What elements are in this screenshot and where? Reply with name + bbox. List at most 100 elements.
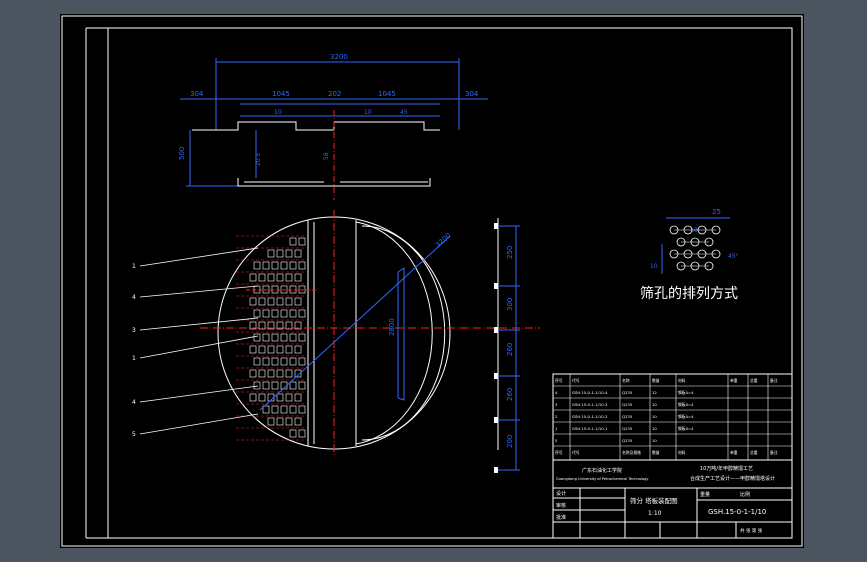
bom-cell: Q235 xyxy=(622,390,633,395)
dim-right-end: 304 xyxy=(465,90,479,98)
bom-cell: 单重 xyxy=(730,450,738,455)
sieve-cell xyxy=(271,309,279,318)
sieve-cell xyxy=(249,369,257,378)
bom-cell: 1 xyxy=(555,426,558,431)
bom-cell: 材料 xyxy=(678,378,686,383)
sieve-cell xyxy=(262,381,270,390)
bom-cell: 5 xyxy=(555,438,558,443)
dim-overall: 3200 xyxy=(330,53,348,61)
sieve-cell xyxy=(298,237,306,246)
sheet-info: 共 张 第 张 xyxy=(740,527,763,534)
role-approve: 批准 xyxy=(556,514,566,521)
dim-small-a: 10 xyxy=(274,109,282,116)
tray-plan-view: 3200 2800 250 300 260 260 200 1 4 3 1 4 5 xyxy=(132,210,540,473)
stack-dim-label: 260 xyxy=(506,388,514,401)
sieve-cell xyxy=(276,249,284,258)
bom-cell: 材料 xyxy=(678,450,686,455)
sieve-cell xyxy=(298,261,306,270)
sieve-cell xyxy=(285,297,293,306)
bom-cell: GSH.15-0-1-1/10-3 xyxy=(572,402,608,407)
dim-row: 10 xyxy=(650,263,658,270)
sieve-cell xyxy=(249,393,257,402)
sieve-cell xyxy=(298,309,306,318)
sieve-cell xyxy=(253,357,261,366)
sieve-cell xyxy=(262,309,270,318)
sieve-cell xyxy=(258,393,266,402)
drawing-scale: 1:10 xyxy=(648,510,662,517)
sieve-cell xyxy=(276,393,284,402)
bom-cell: 10 xyxy=(652,414,657,419)
bom-cell: 代号 xyxy=(572,378,580,383)
sieve-cell xyxy=(276,369,284,378)
title-block: 广东石油化工学院 Guangdong University of Petroch… xyxy=(552,459,793,539)
sieve-cell xyxy=(294,417,302,426)
callout-number: 4 xyxy=(132,399,136,406)
dim-center: 202 xyxy=(328,90,341,98)
sieve-cell xyxy=(298,405,306,414)
sieve-cell xyxy=(253,333,261,342)
bom-cell: Q235 xyxy=(622,414,633,419)
project-title: 10万吨/年甲醇精馏工艺 xyxy=(700,465,753,472)
callout-number: 5 xyxy=(132,431,136,438)
bom-cell: 序号 xyxy=(555,450,563,455)
sieve-cell xyxy=(276,345,284,354)
bom-cell: GSH.15-0-1-1/10-2 xyxy=(572,414,608,419)
callout-number: 4 xyxy=(132,294,136,301)
sieve-cell xyxy=(249,273,257,282)
bom-cell: 名称 xyxy=(622,378,630,383)
sieve-cell xyxy=(289,237,297,246)
sieve-cell xyxy=(280,309,288,318)
sieve-cell xyxy=(276,273,284,282)
stack-dim-label: 260 xyxy=(506,343,514,356)
sieve-cell xyxy=(294,297,302,306)
bom-cell: 代号 xyxy=(572,450,580,455)
bom-cell: 备注 xyxy=(770,378,778,383)
role-check: 审核 xyxy=(556,502,566,509)
weight-label: 重量 xyxy=(700,491,710,498)
sieve-cell xyxy=(253,309,261,318)
sieve-cell xyxy=(280,333,288,342)
sieve-cell xyxy=(258,345,266,354)
dim-inner: 2800 xyxy=(388,318,396,336)
bill-of-materials: 序号 代号 名称 数量 材料 单重 总重 备注4 GSH.15-0-1-1/10-4 Q235 12… xyxy=(552,373,793,461)
bom-cell: 总重 xyxy=(750,450,758,455)
dim-diameter: 3200 xyxy=(434,232,453,250)
sieve-cell xyxy=(276,417,284,426)
dim-right-span: 1045 xyxy=(378,90,396,98)
sieve-cell xyxy=(267,345,275,354)
sieve-cell xyxy=(280,405,288,414)
dim-small-b: 10 xyxy=(364,109,372,116)
sieve-cell xyxy=(298,381,306,390)
sieve-cell xyxy=(280,357,288,366)
bom-cell: 12 xyxy=(652,390,657,395)
sieve-cell xyxy=(285,249,293,258)
bom-cell: GSH.15-0-1-1/10-1 xyxy=(572,426,608,431)
top-section-view: 3200 304 1045 202 1045 304 10 10 45 500 … xyxy=(178,53,488,200)
callout-number: 1 xyxy=(132,263,136,270)
sieve-cell xyxy=(285,393,293,402)
stack-dim-label: 300 xyxy=(506,298,514,311)
sieve-cell xyxy=(271,261,279,270)
sieve-cell xyxy=(294,345,302,354)
cad-drawing: 3200 304 1045 202 1045 304 10 10 45 500 … xyxy=(61,15,803,547)
stack-dim-label: 200 xyxy=(506,435,514,448)
bom-cell: 钢板δ=4 xyxy=(678,390,694,395)
bom-cell: GSH.15-0-1-1/10-4 xyxy=(572,390,608,395)
drawing-number: GSH.15-0-1-1/10 xyxy=(708,508,766,516)
bom-cell: 总重 xyxy=(750,378,758,383)
sieve-cell xyxy=(249,345,257,354)
sieve-cell xyxy=(289,261,297,270)
sieve-cell xyxy=(280,261,288,270)
dim-angle: 45° xyxy=(728,253,739,260)
sieve-cell xyxy=(253,261,261,270)
bom-cell: 单重 xyxy=(730,378,738,383)
sieve-cell xyxy=(294,273,302,282)
sieve-cell xyxy=(298,333,306,342)
sieve-cell xyxy=(298,357,306,366)
sieve-cell xyxy=(285,369,293,378)
dim-mid: 58 xyxy=(323,152,330,160)
sieve-cell xyxy=(262,357,270,366)
sieve-cell xyxy=(267,417,275,426)
bom-cell: 数量 xyxy=(652,450,660,455)
sieve-cell xyxy=(276,297,284,306)
